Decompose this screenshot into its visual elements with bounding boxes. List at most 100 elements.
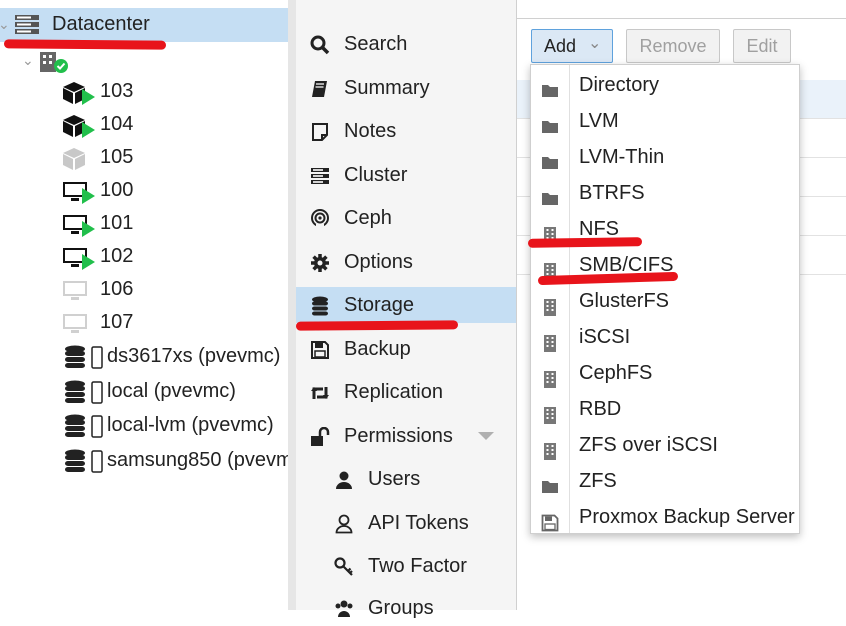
- chevron-down-icon[interactable]: ⌄: [22, 44, 34, 76]
- menu-item-label: BTRFS: [579, 182, 645, 204]
- nav-item-label: Ceph: [344, 207, 392, 229]
- floppy-icon: [311, 341, 329, 359]
- nav-item-label: Notes: [344, 120, 397, 142]
- ceph-icon: [311, 209, 329, 229]
- remove-button[interactable]: Remove: [626, 29, 720, 63]
- menu-item-label: Proxmox Backup Server: [579, 506, 795, 528]
- tree-item-guest[interactable]: 102: [60, 240, 280, 272]
- nav-item-label: Storage: [344, 294, 415, 316]
- building-icon: [541, 364, 559, 388]
- nav-item-label: Users: [368, 468, 421, 490]
- tree-item-storage[interactable]: local-lvm (pvevmc): [62, 409, 288, 441]
- edit-button-label: Edit: [746, 36, 778, 56]
- key-icon: [334, 557, 353, 576]
- nav-item-search[interactable]: Search: [296, 26, 516, 62]
- user-icon: [336, 471, 352, 489]
- nav-item-permissions[interactable]: Permissions: [296, 418, 516, 454]
- tree-splitter[interactable]: [288, 0, 296, 610]
- tree-item-guest[interactable]: 103: [60, 75, 280, 107]
- nav-item-label: Search: [344, 33, 408, 55]
- folder-icon: [541, 472, 559, 493]
- database-icon: [312, 296, 328, 316]
- menu-item-iscsi[interactable]: iSCSI: [531, 319, 799, 355]
- nav-item-api-tokens[interactable]: API Tokens: [296, 505, 516, 541]
- tree-item-label: local (pvevmc): [107, 380, 236, 402]
- storage-icon: [65, 414, 103, 438]
- tree-item-label: 106: [100, 278, 134, 300]
- nav-item-options[interactable]: Options: [296, 244, 516, 280]
- tree-item-datacenter[interactable]: ⌄ Datacenter: [0, 8, 288, 42]
- nav-item-replication[interactable]: Replication: [296, 374, 516, 410]
- container-running-icon: [63, 115, 95, 138]
- nav-item-label: Permissions: [344, 425, 453, 447]
- building-icon: [541, 220, 559, 244]
- nav-item-label: Summary: [344, 77, 430, 99]
- vm-running-icon: [63, 182, 95, 204]
- nav-item-summary[interactable]: Summary: [296, 70, 516, 106]
- vm-stopped-icon: [63, 281, 87, 300]
- building-icon: [541, 256, 559, 280]
- tree-item-label: 105: [100, 146, 134, 168]
- server-icon: [311, 168, 329, 184]
- nav-item-backup[interactable]: Backup: [296, 331, 516, 367]
- tree-item-label: 101: [100, 212, 134, 234]
- menu-item-glusterfs[interactable]: GlusterFS: [531, 283, 799, 319]
- unlock-icon: [311, 427, 330, 446]
- tree-item-label: local-lvm (pvevmc): [107, 414, 274, 436]
- building-icon: [40, 52, 68, 73]
- nav-item-users[interactable]: Users: [296, 461, 516, 497]
- nav-item-label: Cluster: [344, 164, 408, 186]
- annotation-mark: [3, 39, 167, 50]
- config-nav: Search Summary Notes Cluster Ceph Option…: [296, 0, 517, 619]
- menu-item-label: LVM-Thin: [579, 146, 665, 168]
- edit-button[interactable]: Edit: [733, 29, 791, 63]
- nav-item-ceph[interactable]: Ceph: [296, 200, 516, 236]
- nav-item-cluster[interactable]: Cluster: [296, 157, 516, 193]
- nav-item-label: API Tokens: [368, 512, 469, 534]
- nav-item-groups[interactable]: Groups: [296, 590, 516, 626]
- tree-item-storage[interactable]: local (pvevmc): [62, 375, 288, 407]
- add-button[interactable]: Add ⌄: [531, 29, 613, 63]
- nav-item-label: Options: [344, 251, 413, 273]
- menu-item-zfs-over-iscsi[interactable]: ZFS over iSCSI: [531, 427, 799, 463]
- menu-item-lvm[interactable]: LVM: [531, 103, 799, 139]
- menu-item-cephfs[interactable]: CephFS: [531, 355, 799, 391]
- storage-icon: [65, 345, 103, 369]
- panel-header: [517, 0, 846, 19]
- nav-item-storage[interactable]: Storage: [296, 287, 516, 323]
- menu-item-lvm-thin[interactable]: LVM-Thin: [531, 139, 799, 175]
- tree-item-label: 104: [100, 113, 134, 135]
- menu-item-directory[interactable]: Directory: [531, 67, 799, 103]
- menu-item-label: LVM: [579, 110, 619, 132]
- tree-item-guest[interactable]: 106: [60, 273, 280, 305]
- collapse-arrow-icon[interactable]: [478, 432, 494, 440]
- menu-item-label: RBD: [579, 398, 622, 420]
- tree-item-storage[interactable]: ds3617xs (pvevmc): [62, 340, 288, 372]
- menu-item-rbd[interactable]: RBD: [531, 391, 799, 427]
- tree-item-guest[interactable]: 104: [60, 108, 280, 140]
- floppy-icon: [541, 508, 559, 532]
- tree-item-guest[interactable]: 107: [60, 306, 280, 338]
- nav-item-label: Backup: [344, 338, 411, 360]
- menu-item-btrfs[interactable]: BTRFS: [531, 175, 799, 211]
- container-stopped-icon: [63, 148, 85, 170]
- search-icon: [310, 35, 330, 55]
- tree-item-guest[interactable]: 105: [60, 141, 280, 173]
- tree-item-label: 103: [100, 80, 134, 102]
- building-icon: [541, 328, 559, 352]
- chevron-down-icon[interactable]: ⌄: [0, 8, 10, 40]
- tree-item-label: Datacenter: [52, 13, 150, 35]
- nav-item-two-factor[interactable]: Two Factor: [296, 548, 516, 584]
- building-icon: [541, 292, 559, 316]
- menu-item-proxmox-backup-server[interactable]: Proxmox Backup Server: [531, 499, 799, 535]
- tree-item-guest[interactable]: 101: [60, 207, 280, 239]
- nav-item-label: Replication: [344, 381, 443, 403]
- tree-item-guest[interactable]: 100: [60, 174, 280, 206]
- nav-item-notes[interactable]: Notes: [296, 113, 516, 149]
- menu-item-zfs[interactable]: ZFS: [531, 463, 799, 499]
- menu-item-label: GlusterFS: [579, 290, 670, 312]
- tree-item-storage[interactable]: samsung850 (pvevm: [62, 444, 288, 476]
- retweet-icon: [311, 387, 329, 399]
- annotation-mark: [295, 320, 459, 331]
- menu-item-label: CephFS: [579, 362, 653, 384]
